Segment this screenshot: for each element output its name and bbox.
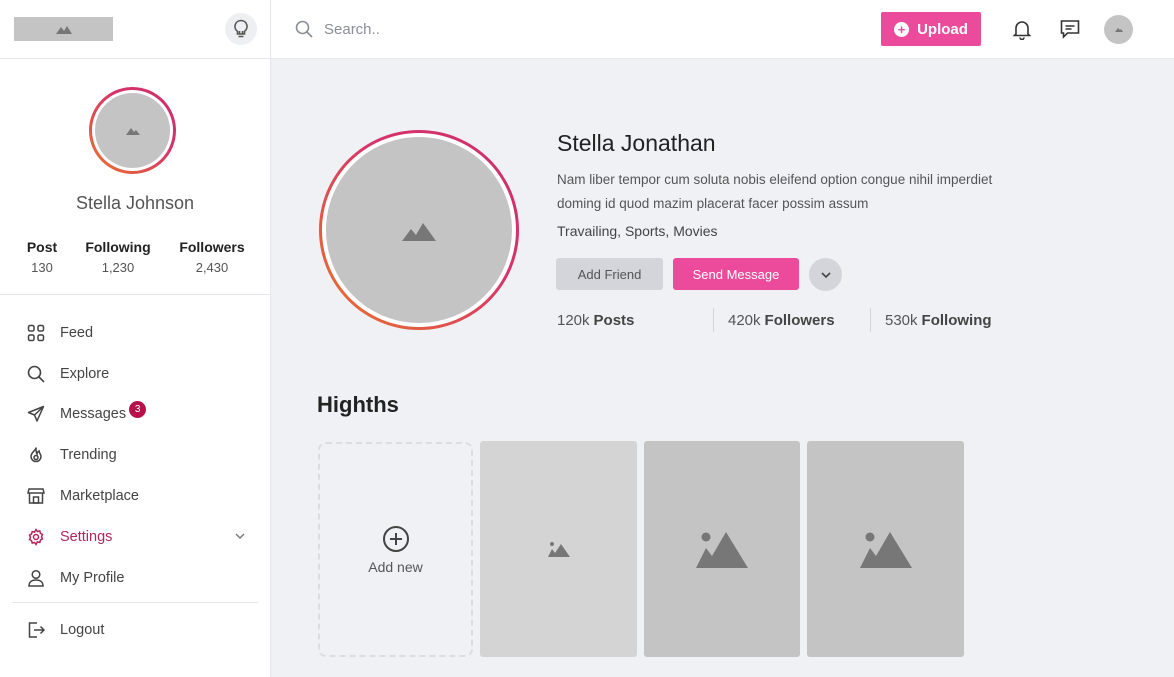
search-icon xyxy=(295,20,313,38)
gear-icon xyxy=(26,527,46,547)
image-placeholder-icon xyxy=(402,223,436,241)
plus-icon: + xyxy=(894,21,910,37)
plus-circle-icon xyxy=(382,525,409,552)
sidebar-item-logout[interactable]: Logout xyxy=(26,618,246,642)
divider xyxy=(270,0,271,59)
search-input[interactable] xyxy=(318,15,718,43)
stat-post: Post 130 xyxy=(26,239,58,275)
divider xyxy=(870,308,871,332)
profile-stat-following: 530k Following xyxy=(885,312,992,329)
image-placeholder-icon xyxy=(55,26,72,34)
profile-avatar-ring xyxy=(319,130,519,330)
add-new-highlight-button[interactable]: Add new xyxy=(318,442,473,657)
divider xyxy=(12,602,258,603)
image-placeholder-icon xyxy=(547,542,570,557)
flame-icon xyxy=(26,445,46,465)
add-friend-button[interactable]: Add Friend xyxy=(556,258,663,290)
image-placeholder-icon xyxy=(696,532,748,568)
search-icon xyxy=(26,364,46,384)
sidebar-item-my-profile[interactable]: My Profile xyxy=(26,566,246,590)
chevron-down-icon[interactable] xyxy=(234,530,246,542)
sidebar: Stella Johnson Post 130 Following 1,230 … xyxy=(0,59,271,677)
avatar[interactable] xyxy=(95,93,170,168)
upload-label: Upload xyxy=(917,20,968,38)
image-placeholder-icon xyxy=(859,532,912,568)
user-icon xyxy=(26,568,46,588)
divider xyxy=(713,308,714,332)
profile-bio: Nam liber tempor cum soluta nobis eleife… xyxy=(557,172,993,211)
chat-icon[interactable] xyxy=(1059,18,1081,40)
send-icon xyxy=(26,404,46,424)
profile-avatar[interactable] xyxy=(326,137,512,323)
avatar[interactable] xyxy=(1104,15,1133,44)
bell-icon[interactable] xyxy=(1011,18,1033,40)
avatar-ring xyxy=(89,87,176,174)
profile-stat-posts: 120k Posts xyxy=(557,312,635,329)
chevron-down-icon xyxy=(820,271,831,278)
top-bar: + Upload xyxy=(0,0,1174,59)
logout-icon xyxy=(26,620,46,640)
sidebar-item-messages[interactable]: Messages 3 xyxy=(26,400,246,426)
sidebar-item-feed[interactable]: Feed xyxy=(26,321,246,345)
sidebar-item-settings[interactable]: Settings xyxy=(26,525,246,549)
upload-button[interactable]: + Upload xyxy=(881,12,981,46)
grid-icon xyxy=(26,323,46,343)
send-message-button[interactable]: Send Message xyxy=(673,258,799,290)
profile-stat-followers: 420k Followers xyxy=(728,312,835,329)
profile-name: Stella Jonathan xyxy=(557,130,716,156)
sidebar-item-trending[interactable]: Trending xyxy=(26,443,246,467)
lightbulb-icon[interactable] xyxy=(225,13,257,45)
image-placeholder-icon xyxy=(125,128,140,135)
stat-followers: Followers 2,430 xyxy=(179,239,245,275)
sidebar-item-marketplace[interactable]: Marketplace xyxy=(26,484,246,508)
more-options-button[interactable] xyxy=(809,258,842,291)
store-icon xyxy=(26,486,46,506)
divider xyxy=(0,294,270,295)
profile-interests: Travailing, Sports, Movies xyxy=(557,223,718,239)
highlights-title: Highths xyxy=(317,392,399,417)
add-new-label: Add new xyxy=(368,558,423,575)
highlight-tile[interactable] xyxy=(480,441,637,657)
user-name: Stella Johnson xyxy=(75,193,195,213)
highlight-tile[interactable] xyxy=(807,441,964,657)
sidebar-item-explore[interactable]: Explore xyxy=(26,362,246,386)
logo[interactable] xyxy=(14,17,113,41)
highlight-tile[interactable] xyxy=(644,441,800,657)
stat-following: Following 1,230 xyxy=(85,239,151,275)
messages-badge: 3 xyxy=(129,400,147,418)
